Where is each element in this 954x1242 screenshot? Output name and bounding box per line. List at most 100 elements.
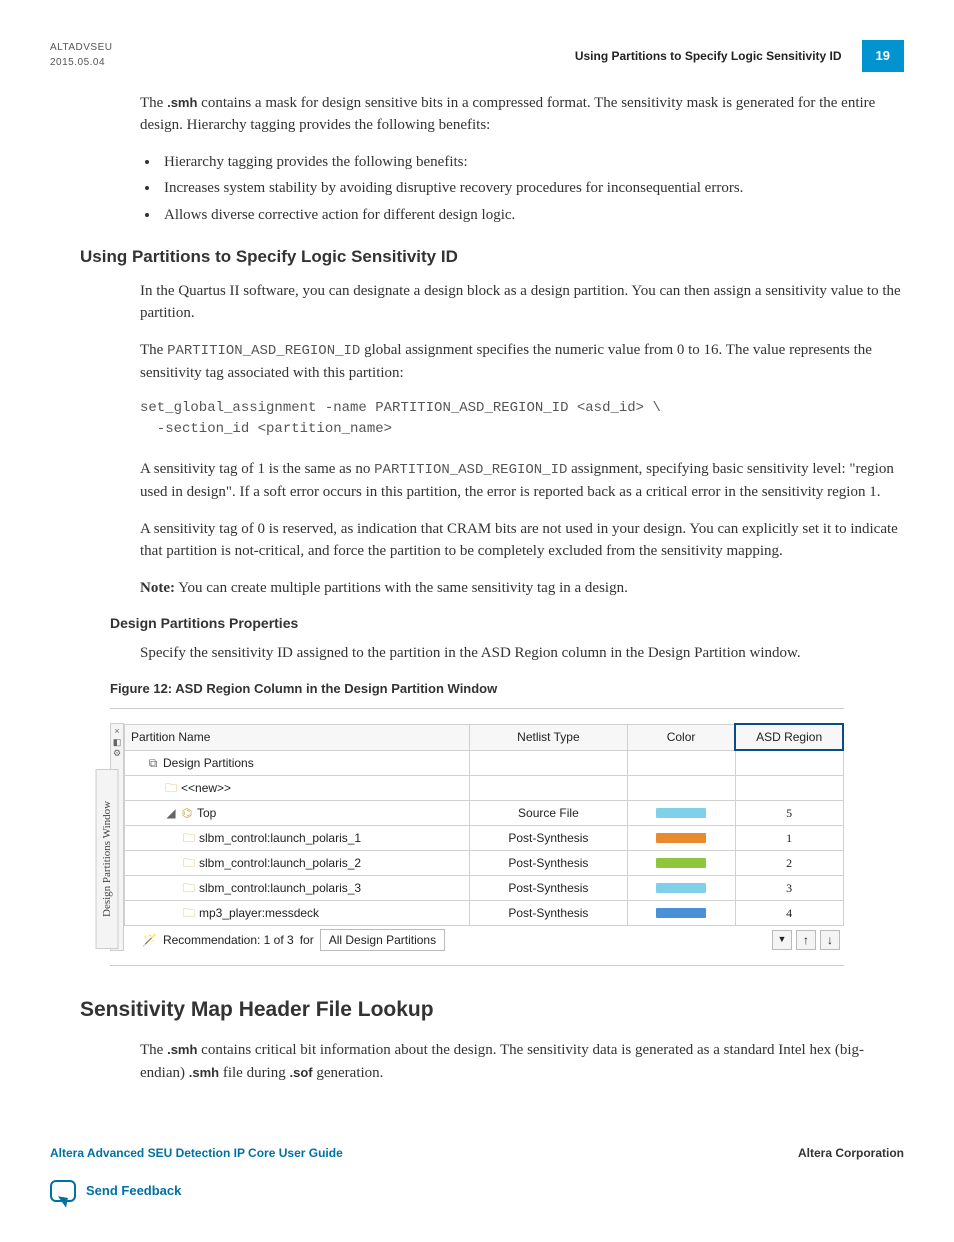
partitions-p4: A sensitivity tag of 0 is reserved, as i… [140,518,904,563]
note-label: Note: [140,580,175,596]
cell-name: slbm_control:launch_polaris_1 [199,831,361,845]
ext-smh: .smh [167,1042,197,1057]
cell-name: Design Partitions [163,756,254,770]
gear-icon[interactable]: ⚙ [111,748,123,759]
cell-color [627,875,735,900]
hierarchy-icon: ⌬ [181,804,193,822]
cell-netlist: Post-Synthesis [469,900,627,925]
panel-tab[interactable]: Design Partitions Window [96,769,119,949]
partitions-p1: In the Quartus II software, you can desi… [140,280,904,325]
page-header: ALTADVSEU 2015.05.04 Using Partitions to… [50,40,904,72]
folder-icon: 🗀 [165,779,177,797]
table-header-row: Partition Name Netlist Type Color ASD Re… [125,724,844,750]
cell-name: <<new>> [181,781,231,795]
pin-icon[interactable]: ◧ [111,737,123,748]
cell-asd [735,750,843,775]
heading-sensitivity-lookup: Sensitivity Map Header File Lookup [80,994,904,1026]
table-row[interactable]: ◢⌬ Top Source File 5 [125,800,844,825]
cell-name: mp3_player:messdeck [199,906,319,920]
text: generation. [313,1065,384,1081]
for-label: for [300,931,314,949]
table-row[interactable]: ⧉ Design Partitions [125,750,844,775]
up-arrow-icon[interactable]: ↑ [796,930,816,950]
footer-guide-title: Altera Advanced SEU Detection IP Core Us… [50,1144,343,1162]
figure-caption: Figure 12: ASD Region Column in the Desi… [110,679,904,699]
cell-asd: 5 [735,800,843,825]
table-row[interactable]: 🗀slbm_control:launch_polaris_1 Post-Synt… [125,825,844,850]
ext-sof: .sof [289,1065,312,1080]
collapse-icon[interactable]: ◢ [165,804,177,822]
partitions-icon: ⧉ [147,754,159,772]
heading-using-partitions: Using Partitions to Specify Logic Sensit… [80,244,904,270]
code-asd-region-id: PARTITION_ASD_REGION_ID [167,343,360,359]
table-row[interactable]: 🗀mp3_player:messdeck Post-Synthesis 4 [125,900,844,925]
cell-asd: 4 [735,900,843,925]
header-section-title: Using Partitions to Specify Logic Sensit… [575,47,842,65]
doc-code-block: ALTADVSEU 2015.05.04 [50,40,112,70]
bullet: Increases system stability by avoiding d… [160,177,904,200]
table-row[interactable]: 🗀 <<new>> [125,775,844,800]
partitions-combo[interactable]: All Design Partitions [320,929,445,951]
props-p1: Specify the sensitivity ID assigned to t… [140,642,904,665]
down-arrow-icon[interactable]: ↓ [820,930,840,950]
code-block: set_global_assignment -name PARTITION_AS… [140,398,904,440]
text: contains a mask for design sensitive bit… [140,95,875,134]
col-netlist-type[interactable]: Netlist Type [469,724,627,750]
lookup-p1: The .smh contains critical bit informati… [140,1039,904,1084]
cell-asd: 3 [735,875,843,900]
combo-value: All Design Partitions [329,933,436,947]
wizard-icon[interactable]: 🪄 [142,931,157,949]
table-row[interactable]: 🗀 slbm_control:launch_polaris_3 Post-Synt… [125,875,844,900]
feedback-icon[interactable] [50,1180,76,1202]
partitions-p2: The PARTITION_ASD_REGION_ID global assig… [140,339,904,385]
cell-netlist: Post-Synthesis [469,875,627,900]
partitions-p3: A sensitivity tag of 1 is the same as no… [140,458,904,504]
text: The [140,342,167,358]
feedback-block: Send Feedback [50,1180,904,1202]
folder-icon: 🗀 [183,879,195,897]
cell-asd: 1 [735,825,843,850]
col-asd-region[interactable]: ASD Region [735,724,843,750]
bullet: Hierarchy tagging provides the following… [160,151,904,174]
code-asd-region-id-2: PARTITION_ASD_REGION_ID [374,462,567,478]
bullet: Allows diverse corrective action for dif… [160,204,904,227]
cell-name: slbm_control:launch_polaris_3 [199,881,361,895]
recommendation-label: Recommendation: 1 of 3 [163,931,294,949]
cell-name: Top [197,806,216,820]
text: A sensitivity tag of 1 is the same as no [140,461,374,477]
figure-12: × ◧ ⚙ Partition Name Netlist Type Color … [110,708,844,966]
cell-netlist: Post-Synthesis [469,850,627,875]
cell-color [627,900,735,925]
table-row[interactable]: 🗀slbm_control:launch_polaris_2 Post-Synt… [125,850,844,875]
cell-color [627,825,735,850]
send-feedback-link[interactable]: Send Feedback [86,1181,181,1201]
footer-corp: Altera Corporation [798,1144,904,1162]
panel-footer: 🪄 Recommendation: 1 of 3 for All Design … [138,925,844,951]
doc-code: ALTADVSEU [50,42,112,53]
page-footer: Altera Advanced SEU Detection IP Core Us… [50,1144,904,1162]
cell-asd: 2 [735,850,843,875]
cell-color [627,800,735,825]
text: The [140,1042,167,1058]
cell-netlist [469,775,627,800]
cell-color [627,775,735,800]
doc-date: 2015.05.04 [50,55,112,70]
cell-netlist: Source File [469,800,627,825]
close-icon[interactable]: × [111,726,123,737]
col-color[interactable]: Color [627,724,735,750]
dropdown-icon[interactable]: ▼ [772,930,792,950]
intro-paragraph: The .smh contains a mask for design sens… [140,92,904,137]
cell-asd [735,775,843,800]
partitions-table: Partition Name Netlist Type Color ASD Re… [124,723,844,926]
cell-netlist [469,750,627,775]
folder-icon: 🗀 [183,854,195,872]
folder-icon: 🗀 [183,829,195,847]
heading-design-partitions-props: Design Partitions Properties [110,613,904,634]
note-text: You can create multiple partitions with … [178,580,628,596]
ext-smh-2: .smh [189,1065,219,1080]
col-partition-name[interactable]: Partition Name [125,724,470,750]
note: Note: You can create multiple partitions… [140,577,904,600]
page-number: 19 [862,40,904,72]
design-partitions-window: × ◧ ⚙ Partition Name Netlist Type Color … [110,723,844,951]
ext-smh: .smh [167,95,197,110]
